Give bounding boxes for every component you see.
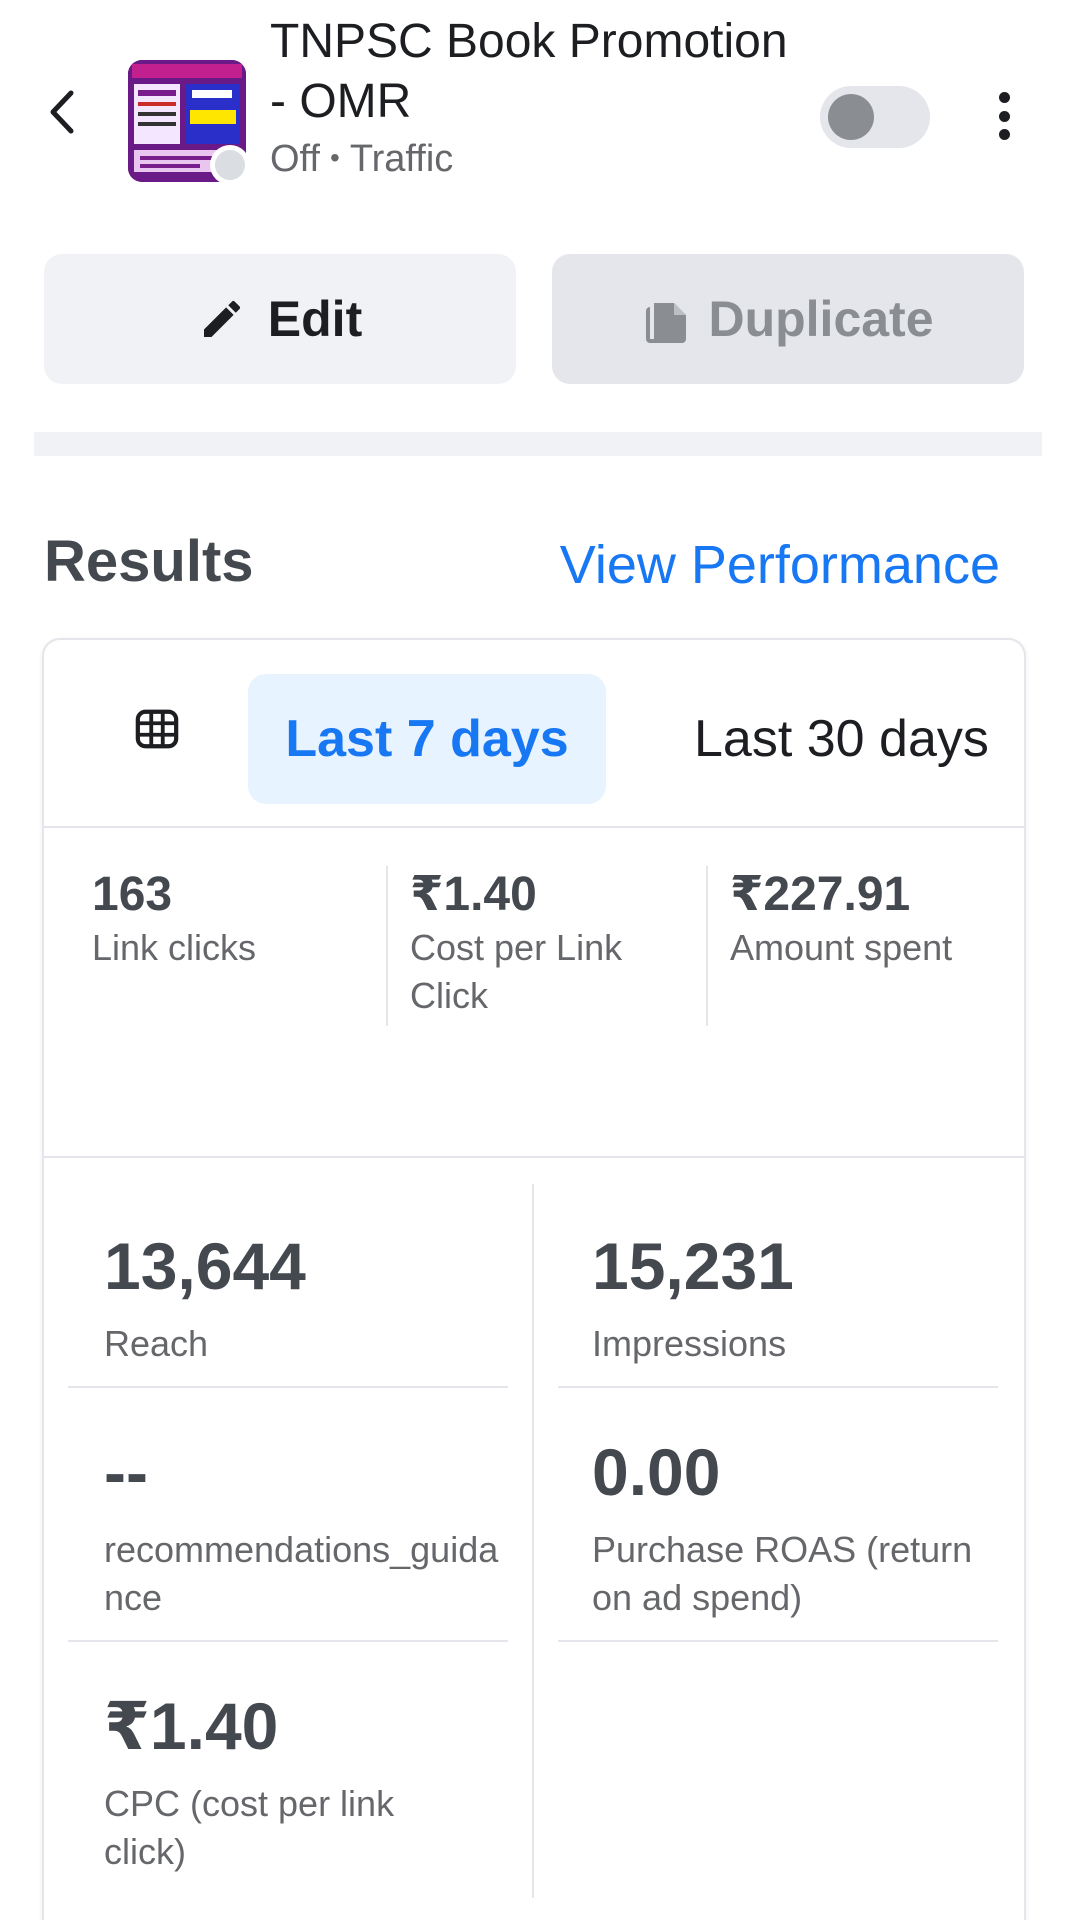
row-divider	[558, 1386, 998, 1388]
status-text: Off	[270, 138, 320, 180]
more-dot	[998, 92, 1010, 103]
metric-label: Reach	[104, 1323, 209, 1364]
date-range-tabs: Last 7 days Last 30 days	[44, 640, 1024, 828]
metric-value: ₹1.40	[410, 868, 537, 921]
column-divider	[386, 866, 388, 1026]
campaign-header: TNPSC Book Promotion - OMR Off • Traffic	[0, 0, 1080, 200]
duplicate-label: Duplicate	[708, 291, 934, 347]
results-heading: Results	[44, 529, 254, 594]
metric-value: 13,644	[104, 1229, 306, 1303]
metric-value: 15,231	[592, 1229, 794, 1303]
edit-label: Edit	[267, 291, 363, 347]
more-dot	[998, 129, 1010, 140]
metric-label: Cost per Link Click	[410, 927, 623, 1016]
metric-link-clicks: 163 Link clicks	[92, 866, 382, 1026]
metric-impressions: 15,231 Impressions	[592, 1226, 1032, 1368]
chevron-left-icon	[50, 90, 74, 134]
section-divider	[34, 432, 1042, 456]
campaign-toggle[interactable]	[820, 86, 930, 148]
metric-cpc: ₹1.40 CPC (cost per link click)	[104, 1686, 434, 1876]
row-divider	[68, 1386, 508, 1388]
summary-metrics: 163 Link clicks ₹1.40 Cost per Link Clic…	[44, 830, 1024, 1158]
metric-reach: 13,644 Reach	[104, 1226, 544, 1368]
metric-cost-per-link-click: ₹1.40 Cost per Link Click	[410, 866, 700, 1026]
metric-label: Amount spent	[730, 927, 953, 968]
metric-value: 163	[92, 868, 173, 921]
metric-value: ₹227.91	[730, 868, 911, 921]
metric-purchase-roas: 0.00 Purchase ROAS (return on ad spend)	[592, 1432, 982, 1622]
column-divider	[706, 866, 708, 1026]
metric-label: Link clicks	[92, 927, 257, 968]
metric-value: ₹1.40	[104, 1689, 279, 1763]
metric-label: Impressions	[592, 1323, 787, 1364]
copy-icon	[646, 303, 687, 343]
campaign-subtitle: Off • Traffic	[270, 134, 453, 183]
back-button[interactable]	[36, 84, 88, 140]
results-card: Last 7 days Last 30 days 163 Link clicks…	[42, 638, 1026, 1920]
pencil-icon	[203, 300, 240, 337]
objective-text: Traffic	[349, 138, 454, 180]
row-divider	[558, 1640, 998, 1642]
view-performance-link[interactable]: View Performance	[560, 534, 1000, 596]
metric-amount-spent: ₹227.91 Amount spent	[730, 866, 1020, 1026]
metric-label: recommendations_guidance	[104, 1529, 499, 1618]
metric-value: --	[104, 1435, 148, 1509]
metric-label: CPC (cost per link click)	[104, 1783, 395, 1872]
metric-label: Purchase ROAS (return on ad spend)	[592, 1529, 973, 1618]
status-indicator	[210, 145, 250, 185]
table-icon[interactable]	[134, 706, 180, 752]
separator-dot: •	[330, 142, 340, 173]
toggle-knob	[828, 94, 874, 140]
edit-button[interactable]: Edit	[44, 254, 516, 384]
more-options-button[interactable]	[984, 86, 1024, 146]
row-divider	[68, 1640, 508, 1642]
duplicate-button[interactable]: Duplicate	[552, 254, 1024, 384]
tab-last-7-days[interactable]: Last 7 days	[248, 674, 606, 804]
metric-value: 0.00	[592, 1435, 721, 1509]
tab-last-30-days[interactable]: Last 30 days	[694, 674, 989, 804]
campaign-title: TNPSC Book Promotion - OMR	[270, 15, 788, 128]
metric-recommendations-guidance: -- recommendations_guidance	[104, 1432, 504, 1622]
more-dot	[998, 110, 1010, 122]
